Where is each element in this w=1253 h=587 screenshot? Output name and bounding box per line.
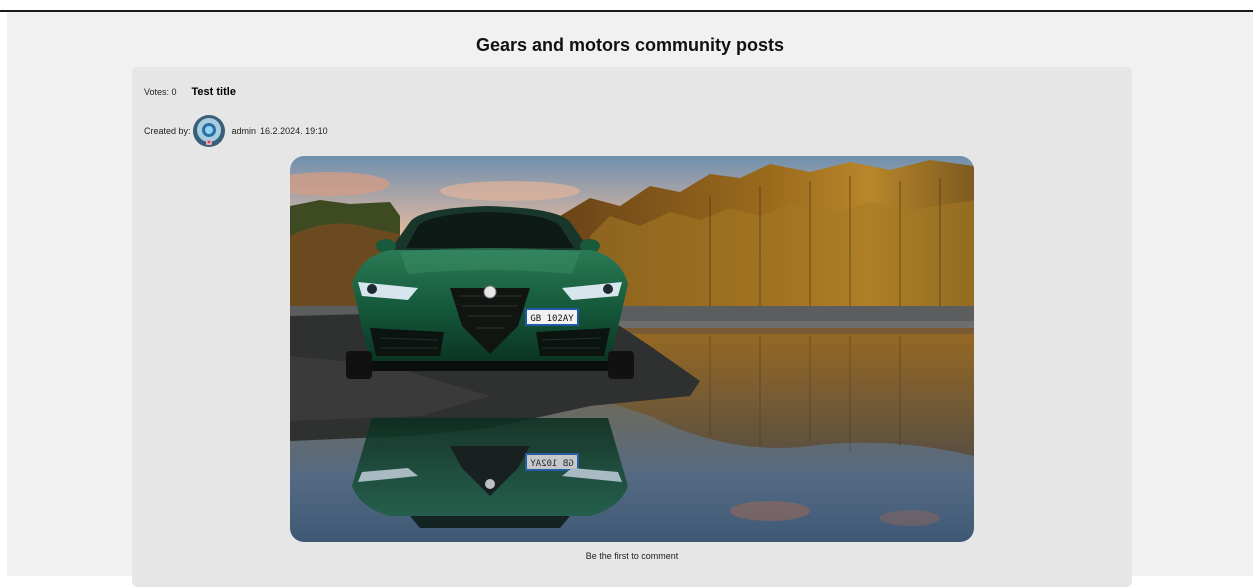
license-plate-text: GB 102AY [530, 314, 574, 324]
post-card: Votes: 0 Test title Created by: admin 16… [132, 67, 1132, 587]
created-by-label: Created by: [144, 126, 191, 136]
post-meta: Created by: admin 16.2.2024. 19:10 [144, 115, 328, 147]
post-image[interactable]: GB 102AY GB 102AY [290, 156, 974, 542]
page-container: Gears and motors community posts Votes: … [7, 12, 1253, 587]
post-title[interactable]: Test title [192, 86, 236, 98]
post-header: Votes: 0 Test title [144, 86, 236, 98]
votes-count: Votes: 0 [144, 87, 177, 97]
comment-hint: Be the first to comment [585, 551, 679, 561]
car-photo: GB 102AY GB 102AY [290, 156, 974, 542]
post-timestamp: 16.2.2024. 19:10 [260, 126, 328, 136]
author-name[interactable]: admin [232, 126, 257, 136]
avatar[interactable] [192, 115, 225, 147]
page-title: Gears and motors community posts [475, 35, 785, 55]
license-plate-reflection-text: GB 102AY [530, 459, 574, 469]
